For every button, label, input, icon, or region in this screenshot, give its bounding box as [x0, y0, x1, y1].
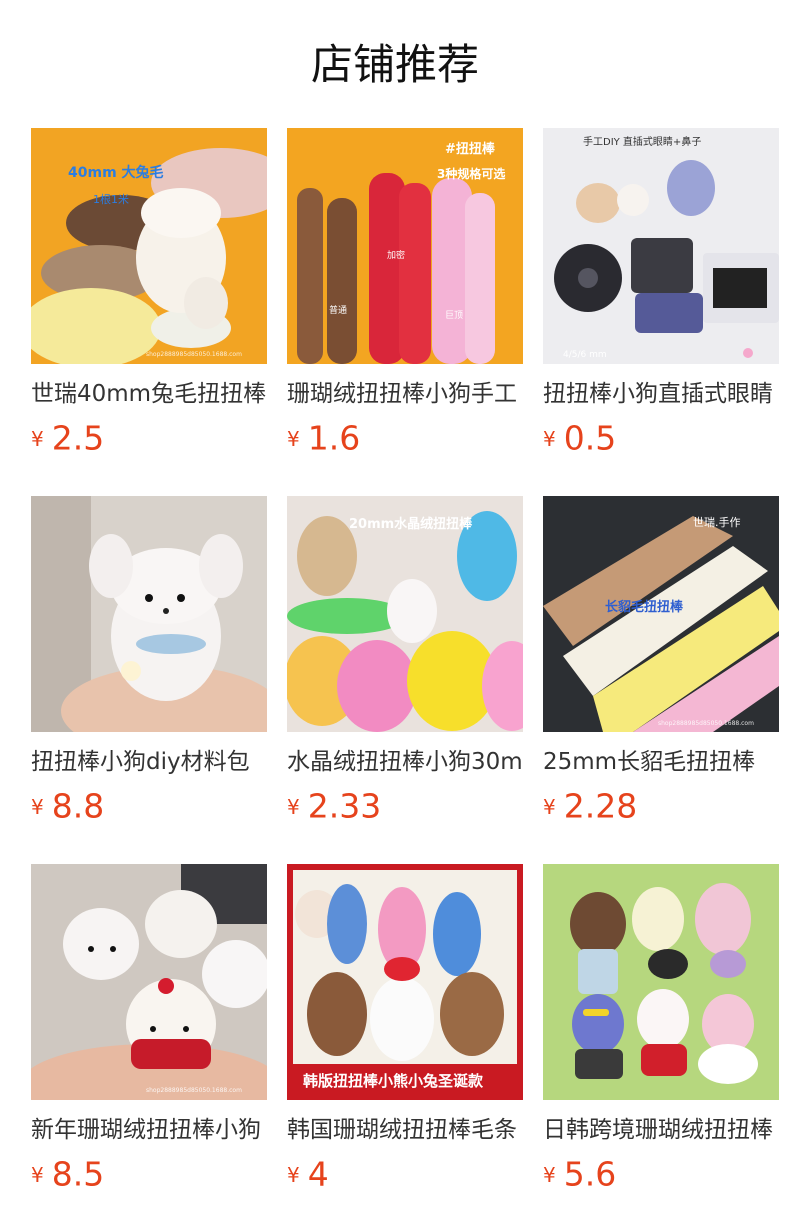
currency-symbol: ¥ — [543, 794, 556, 819]
doll-eyes-photo: 手工DIY 直插式眼睛+鼻子 4/5/6 mm — [543, 128, 779, 364]
product-name[interactable]: 水晶绒扭扭棒小狗30mm — [287, 746, 523, 778]
product-card[interactable]: #扭扭棒 3种规格可选 加密 普通 巨顶 珊瑚绒扭扭棒小狗手工 ¥1.6 — [287, 128, 523, 496]
price-amount: 8.5 — [51, 1154, 105, 1194]
watermark: shop2888985d85050.1688.com — [658, 720, 754, 727]
coral-fleece-pipe-cleaner-photo: #扭扭棒 3种规格可选 加密 普通 巨顶 — [287, 128, 523, 364]
price-amount: 2.5 — [51, 418, 105, 458]
product-price: ¥8.8 — [31, 784, 267, 828]
image-label: 手工DIY 直插式眼睛+鼻子 — [583, 135, 701, 148]
currency-symbol: ¥ — [543, 426, 556, 451]
product-grid: 40mm 大兔毛 1根1米 shop2888985d85050.1688.com… — [31, 128, 779, 1232]
image-label: 40mm 大兔毛 — [68, 164, 164, 181]
product-image[interactable]: 40mm 大兔毛 1根1米 shop2888985d85050.1688.com — [31, 128, 267, 364]
product-price: ¥1.6 — [287, 416, 523, 460]
currency-symbol: ¥ — [287, 1162, 300, 1187]
price-amount: 4 — [307, 1154, 329, 1194]
product-price: ¥0.5 — [543, 416, 779, 460]
currency-symbol: ¥ — [31, 1162, 44, 1187]
product-image[interactable] — [543, 864, 779, 1100]
plush-keychains-photo — [543, 864, 779, 1100]
image-label: 世瑞.手作 — [693, 515, 741, 529]
shop-recommendations-page: 店铺推荐 40mm 大兔毛 1根1米 shop2888985d85050.168 — [0, 0, 790, 1232]
product-card[interactable]: 世瑞.手作 长貂毛扭扭棒 shop2888985d85050.1688.com … — [543, 496, 779, 864]
product-image[interactable] — [31, 496, 267, 732]
product-name[interactable]: 扭扭棒小狗diy材料包 — [31, 746, 267, 778]
price-amount: 1.6 — [307, 418, 361, 458]
product-name[interactable]: 日韩跨境珊瑚绒扭扭棒 — [543, 1114, 779, 1146]
price-amount: 0.5 — [563, 418, 617, 458]
product-name[interactable]: 世瑞40mm兔毛扭扭棒 — [31, 378, 267, 410]
price-amount: 8.8 — [51, 786, 105, 826]
currency-symbol: ¥ — [31, 794, 44, 819]
product-card[interactable]: 扭扭棒小狗diy材料包 ¥8.8 — [31, 496, 267, 864]
crystal-fleece-pipe-cleaner-photo: 20mm水晶绒扭扭棒 — [287, 496, 523, 732]
product-image[interactable]: #扭扭棒 3种规格可选 加密 普通 巨顶 — [287, 128, 523, 364]
product-card[interactable]: 韩版扭扭棒小熊小兔圣诞款 韩国珊瑚绒扭扭棒毛条 ¥4 — [287, 864, 523, 1232]
price-amount: 2.28 — [563, 786, 638, 826]
product-price: ¥5.6 — [543, 1152, 779, 1196]
image-label: 普通 — [329, 304, 347, 316]
price-amount: 2.33 — [307, 786, 382, 826]
image-label: 韩版扭扭棒小熊小兔圣诞款 — [303, 1072, 484, 1090]
product-name[interactable]: 扭扭棒小狗直插式眼睛 — [543, 378, 779, 410]
product-name[interactable]: 25mm长貂毛扭扭棒 — [543, 746, 779, 778]
image-label: 3种规格可选 — [437, 166, 505, 181]
image-label: 加密 — [387, 249, 405, 261]
currency-symbol: ¥ — [543, 1162, 556, 1187]
product-name[interactable]: 韩国珊瑚绒扭扭棒毛条 — [287, 1114, 523, 1146]
product-image[interactable]: 20mm水晶绒扭扭棒 — [287, 496, 523, 732]
price-amount: 5.6 — [563, 1154, 617, 1194]
product-price: ¥2.28 — [543, 784, 779, 828]
image-label: 1根1米 — [93, 192, 129, 206]
product-image[interactable]: 世瑞.手作 长貂毛扭扭棒 shop2888985d85050.1688.com — [543, 496, 779, 732]
image-label: 20mm水晶绒扭扭棒 — [349, 516, 473, 532]
product-card[interactable]: shop2888985d85050.1688.com 新年珊瑚绒扭扭棒小狗 ¥8… — [31, 864, 267, 1232]
product-card[interactable]: 40mm 大兔毛 1根1米 shop2888985d85050.1688.com… — [31, 128, 267, 496]
image-label: #扭扭棒 — [445, 141, 496, 157]
product-image[interactable]: 手工DIY 直插式眼睛+鼻子 4/5/6 mm — [543, 128, 779, 364]
watermark: shop2888985d85050.1688.com — [146, 351, 242, 358]
new-year-dogs-photo: shop2888985d85050.1688.com — [31, 864, 267, 1100]
product-card[interactable]: 手工DIY 直插式眼睛+鼻子 4/5/6 mm 扭扭棒小狗直插式眼睛 ¥0.5 — [543, 128, 779, 496]
christmas-bear-rabbit-photo: 韩版扭扭棒小熊小兔圣诞款 — [287, 864, 523, 1100]
product-price: ¥4 — [287, 1152, 523, 1196]
product-image[interactable]: shop2888985d85050.1688.com — [31, 864, 267, 1100]
rabbit-fur-pipe-cleaner-photo: 40mm 大兔毛 1根1米 shop2888985d85050.1688.com — [31, 128, 267, 364]
image-label: 4/5/6 mm — [563, 350, 607, 360]
image-label: 长貂毛扭扭棒 — [605, 599, 684, 615]
currency-symbol: ¥ — [287, 426, 300, 451]
fluffy-dog-kit-photo — [31, 496, 267, 732]
page-title: 店铺推荐 — [310, 40, 479, 89]
currency-symbol: ¥ — [287, 794, 300, 819]
product-name[interactable]: 珊瑚绒扭扭棒小狗手工 — [287, 378, 523, 410]
product-price: ¥8.5 — [31, 1152, 267, 1196]
product-price: ¥2.5 — [31, 416, 267, 460]
currency-symbol: ¥ — [31, 426, 44, 451]
product-image[interactable]: 韩版扭扭棒小熊小兔圣诞款 — [287, 864, 523, 1100]
product-card[interactable]: 20mm水晶绒扭扭棒 水晶绒扭扭棒小狗30mm ¥2.33 — [287, 496, 523, 864]
long-mink-pipe-cleaner-photo: 世瑞.手作 长貂毛扭扭棒 shop2888985d85050.1688.com — [543, 496, 779, 732]
product-name[interactable]: 新年珊瑚绒扭扭棒小狗 — [31, 1114, 267, 1146]
product-card[interactable]: 日韩跨境珊瑚绒扭扭棒 ¥5.6 — [543, 864, 779, 1232]
watermark: shop2888985d85050.1688.com — [146, 1087, 242, 1094]
product-price: ¥2.33 — [287, 784, 523, 828]
image-label: 巨顶 — [445, 310, 463, 321]
